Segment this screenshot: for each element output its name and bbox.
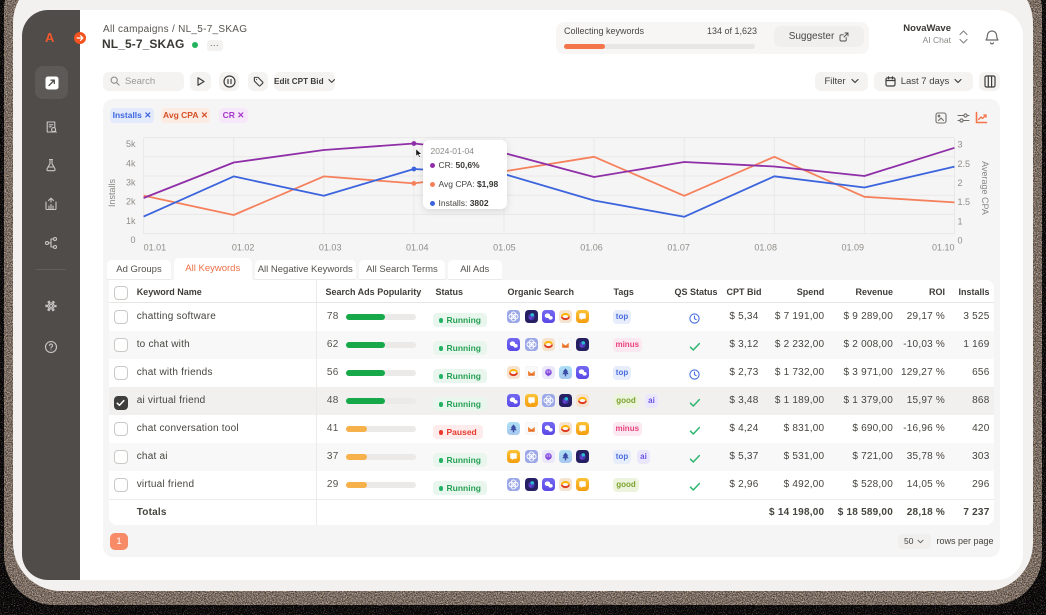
svg-text:0: 0 [958,236,963,246]
svg-text:01.06: 01.06 [580,243,603,253]
svg-text:5k: 5k [126,139,136,149]
svg-text:2: 2 [958,178,963,188]
svg-text:2k: 2k [126,197,136,207]
svg-text:3: 3 [958,140,963,150]
svg-text:0: 0 [130,235,135,245]
svg-text:2.5: 2.5 [958,159,971,169]
svg-text:4k: 4k [126,158,136,168]
svg-text:1: 1 [958,216,963,226]
svg-text:01.08: 01.08 [754,243,777,253]
svg-text:01.07: 01.07 [667,243,690,253]
svg-text:01.04: 01.04 [406,243,429,253]
svg-text:01.03: 01.03 [319,243,342,253]
svg-text:3k: 3k [126,178,136,188]
svg-text:01.05: 01.05 [493,243,516,253]
svg-text:01.10: 01.10 [932,243,955,253]
svg-text:01.02: 01.02 [232,243,255,253]
svg-text:01.09: 01.09 [842,243,865,253]
svg-text:01.01: 01.01 [144,243,167,253]
svg-text:1.5: 1.5 [958,197,971,207]
svg-text:1k: 1k [126,216,136,226]
